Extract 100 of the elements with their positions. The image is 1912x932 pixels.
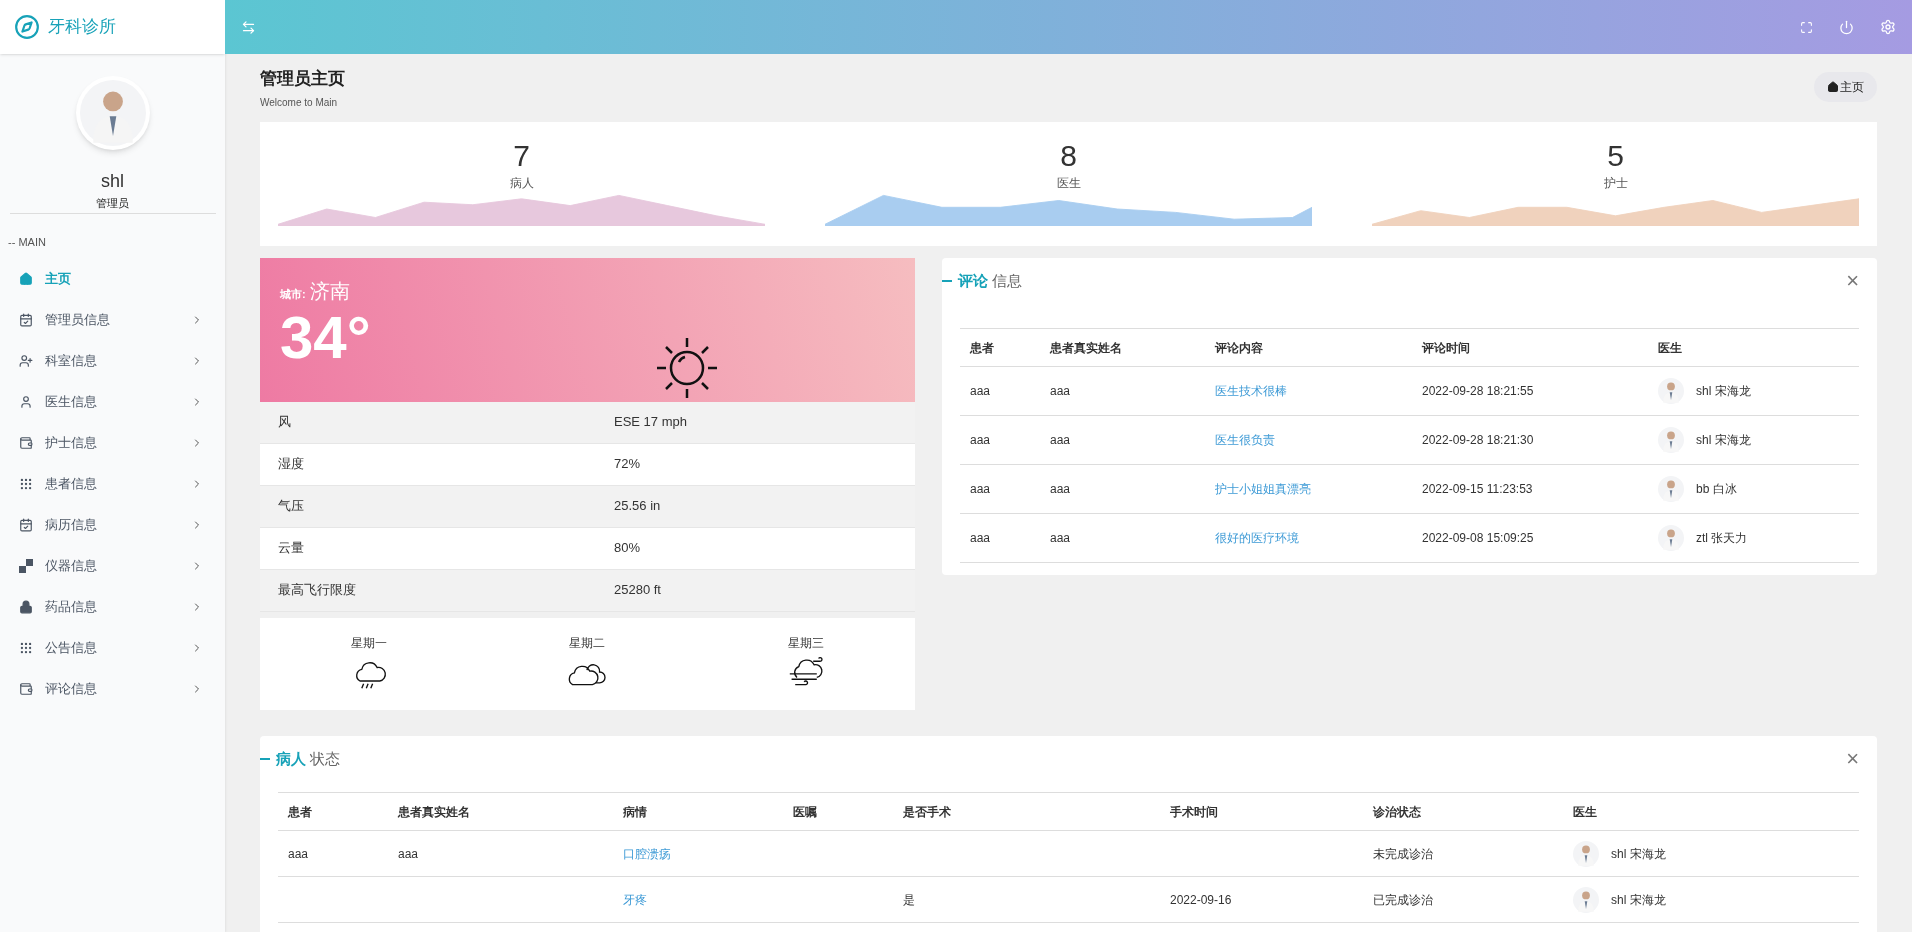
table-cell: 是 xyxy=(893,876,1160,923)
column-header: 医生 xyxy=(1648,328,1859,367)
table-cell: aaa xyxy=(1040,366,1205,416)
grid-icon xyxy=(19,640,33,655)
table-cell: aaa xyxy=(388,830,613,877)
power-icon xyxy=(1839,19,1854,35)
stat-label: 医生 xyxy=(1056,174,1081,192)
lock-icon xyxy=(19,599,33,614)
calendar-icon xyxy=(19,517,33,532)
table-cell: 2022-09-15 11:23:53 xyxy=(1412,464,1648,514)
doctor-name: ztl 张天力 xyxy=(1696,530,1748,547)
home-icon xyxy=(19,271,33,286)
page-title: 管理员主页 xyxy=(260,68,345,90)
doctor-name: bb 白冰 xyxy=(1696,481,1737,498)
sidebar-item[interactable]: 管理员信息 xyxy=(0,299,225,340)
swap-icon xyxy=(241,19,256,35)
column-header: 病情 xyxy=(613,792,783,831)
sidebar-item[interactable]: 护士信息 xyxy=(0,422,225,463)
column-header: 患者 xyxy=(960,328,1040,367)
panel-title: 评论 信息 xyxy=(958,270,1023,291)
sidebar-item[interactable]: 公告信息 xyxy=(0,627,225,668)
profile-name: shl xyxy=(101,170,124,193)
column-header: 患者真实姓名 xyxy=(1040,328,1205,367)
weather-label: 云量 xyxy=(278,539,305,558)
column-header: 医生 xyxy=(1563,792,1859,831)
column-header: 是否手术 xyxy=(893,792,1160,831)
doctor-name: shl 宋海龙 xyxy=(1611,891,1666,909)
table-cell: aaa xyxy=(960,513,1040,563)
user-icon xyxy=(19,394,33,409)
sidebar-item[interactable]: 医生信息 xyxy=(0,381,225,422)
table-cell: 2022-09-16 xyxy=(1160,876,1363,923)
stat-label: 病人 xyxy=(509,174,534,192)
sidebar-item[interactable]: 仪器信息 xyxy=(0,545,225,586)
grid-icon xyxy=(19,476,33,491)
table-cell: aaa xyxy=(1040,464,1205,514)
close-button[interactable]: × xyxy=(1846,269,1859,292)
column-header: 手术时间 xyxy=(1160,792,1363,831)
fullscreen-button[interactable] xyxy=(1800,20,1813,34)
weather-value: 25.56 in xyxy=(614,497,661,516)
wallet-icon xyxy=(19,435,33,450)
sidebar-item[interactable]: 患者信息 xyxy=(0,463,225,504)
weather-value: ESE 17 mph xyxy=(614,413,687,432)
column-header: 评论内容 xyxy=(1205,328,1412,367)
toggle-button[interactable] xyxy=(241,19,256,35)
avatar-icon xyxy=(1658,525,1684,551)
avatar-icon xyxy=(1658,476,1684,502)
column-header: 评论时间 xyxy=(1412,328,1648,367)
panel-title: 病人 状态 xyxy=(276,748,341,769)
table-cell: aaa xyxy=(960,415,1040,465)
table-cell: aaa xyxy=(278,830,388,877)
stat-label: 护士 xyxy=(1603,174,1628,192)
forecast-day: 星期三 xyxy=(787,633,824,652)
calendar-icon xyxy=(19,312,33,327)
column-header: 医嘱 xyxy=(783,792,893,831)
column-header: 患者真实姓名 xyxy=(388,792,613,831)
weather-label: 风 xyxy=(278,413,292,432)
stat-value: 5 xyxy=(1607,137,1624,174)
avatar-icon xyxy=(1658,427,1684,453)
weather-value: 72% xyxy=(614,455,641,474)
stat-value: 7 xyxy=(513,137,530,174)
avatar-icon xyxy=(1658,378,1684,404)
section-label: -- MAIN xyxy=(7,234,47,250)
breadcrumb-link[interactable]: 主页 xyxy=(1814,72,1877,102)
compass-icon xyxy=(14,14,40,40)
forecast-day: 星期二 xyxy=(569,633,606,652)
sidebar-item[interactable]: 病历信息 xyxy=(0,504,225,545)
close-button[interactable]: × xyxy=(1846,747,1859,770)
temperature: 34° xyxy=(280,305,371,370)
wallet-icon xyxy=(19,681,33,696)
weather-value: 25280 ft xyxy=(614,581,661,600)
table-cell: aaa xyxy=(1040,513,1205,563)
page-subtitle: Welcome to Main xyxy=(260,95,339,110)
settings-icon xyxy=(1880,19,1896,35)
power-button[interactable] xyxy=(1839,19,1854,35)
table-cell: 未完成诊治 xyxy=(1363,830,1563,877)
doctor-name: shl 宋海龙 xyxy=(1696,432,1751,449)
forecast-day: 星期一 xyxy=(351,633,388,652)
blocks-icon xyxy=(19,558,33,573)
brand-title: 牙科诊所 xyxy=(48,16,116,39)
weather-label: 气压 xyxy=(278,497,305,516)
city-label: 城市: xyxy=(280,286,306,302)
sidebar-item[interactable]: 科室信息 xyxy=(0,340,225,381)
avatar-icon xyxy=(1573,886,1599,913)
avatar-icon xyxy=(1573,840,1599,867)
settings-button[interactable] xyxy=(1880,19,1896,35)
sidebar-item[interactable]: 评论信息 xyxy=(0,668,225,709)
table-cell: 2022-09-28 18:21:30 xyxy=(1412,415,1648,465)
table-cell: 已完成诊治 xyxy=(1363,876,1563,923)
weather-value: 80% xyxy=(614,539,641,558)
table-cell: aaa xyxy=(1040,415,1205,465)
sidebar-item[interactable]: 药品信息 xyxy=(0,586,225,627)
profile-role: 管理员 xyxy=(96,196,129,211)
table-cell: 2022-09-08 15:09:25 xyxy=(1412,513,1648,563)
stat-value: 8 xyxy=(1060,137,1077,174)
table-cell: 2022-09-28 18:21:55 xyxy=(1412,366,1648,416)
weather-label: 湿度 xyxy=(278,455,305,474)
column-header: 诊治状态 xyxy=(1363,792,1563,831)
sun-icon xyxy=(655,335,719,400)
table-cell: aaa xyxy=(960,464,1040,514)
doctor-name: shl 宋海龙 xyxy=(1696,383,1751,400)
